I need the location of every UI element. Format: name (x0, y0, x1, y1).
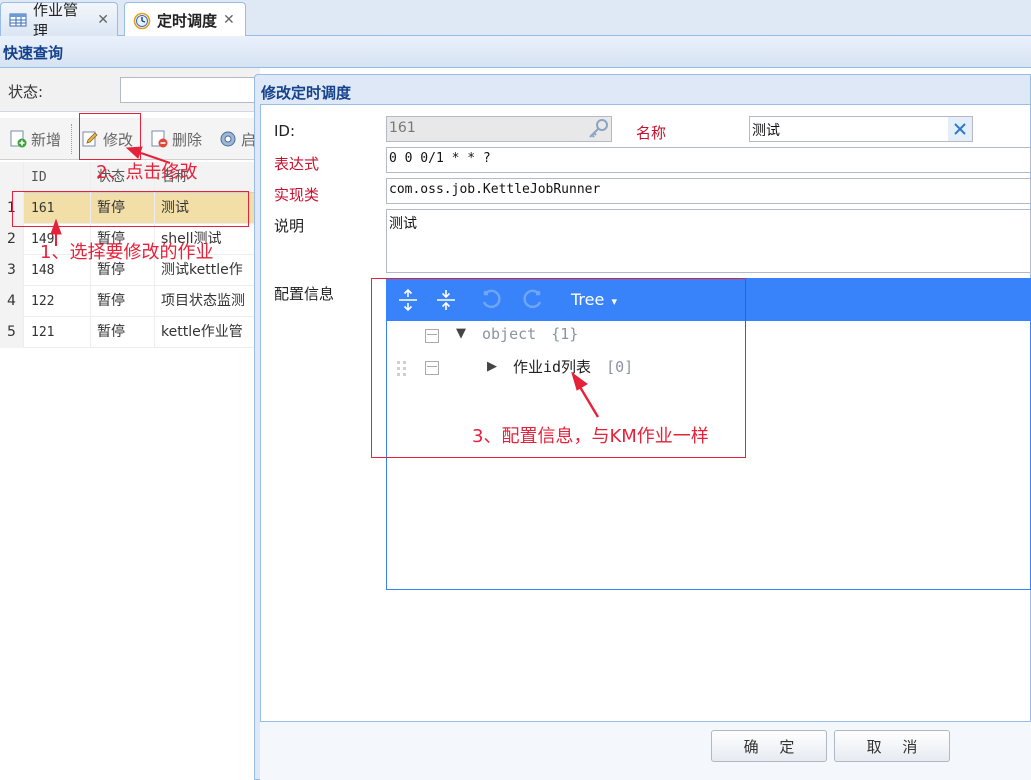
confirm-button[interactable]: 确 定 (711, 730, 827, 762)
table-row[interactable]: 4 122 暂停 项目状态监测 (0, 286, 260, 317)
cell-status: 暂停 (91, 286, 155, 317)
row-number: 2 (0, 224, 24, 255)
close-icon[interactable]: ✕ (223, 12, 235, 28)
delete-button-label: 删除 (172, 130, 203, 149)
impl-class-value: com.oss.job.KettleJobRunner (389, 182, 601, 197)
annotation-box-select-row (12, 191, 249, 227)
start-button[interactable]: 启 (219, 126, 256, 152)
row-number: 4 (0, 286, 24, 317)
cancel-button-label: 取 消 (866, 737, 926, 756)
add-document-icon (9, 130, 27, 148)
annotation-step2: 2、点击修改 (96, 162, 198, 183)
id-field: 161 (386, 116, 612, 142)
status-filter-select[interactable] (120, 77, 260, 103)
expression-label: 表达式 (274, 155, 320, 173)
row-number: 3 (0, 255, 24, 286)
clear-icon[interactable] (948, 117, 972, 141)
expression-value: 0 0 0/1 * * ? (389, 151, 491, 166)
impl-class-label: 实现类 (274, 186, 320, 204)
cell-id: 121 (25, 317, 91, 348)
config-label: 配置信息 (274, 285, 335, 303)
annotation-box-edit-button (79, 113, 141, 160)
tab-label: 作业管理 (33, 0, 79, 40)
quick-query-header: 快速查询 (0, 36, 1031, 68)
row-number: 5 (0, 317, 24, 348)
cell-name: 项目状态监测 (155, 286, 260, 317)
toolbar-separator (71, 124, 72, 154)
annotation-step1: 1、选择要修改的作业 (40, 242, 214, 263)
add-button[interactable]: 新增 (9, 126, 61, 152)
name-value: 测试 (752, 123, 780, 139)
status-filter-label: 状态: (8, 83, 44, 101)
clock-icon (133, 12, 151, 30)
description-label: 说明 (274, 217, 305, 235)
id-value: 161 (389, 120, 416, 136)
annotation-step3: 3、配置信息，与KM作业一样 (472, 426, 709, 447)
cell-name: kettle作业管 (155, 317, 260, 348)
dialog-title: 修改定时调度 (261, 84, 352, 102)
grid-empty-area (0, 348, 254, 780)
column-header-id[interactable]: ID (25, 162, 91, 193)
key-icon[interactable] (586, 117, 610, 141)
expression-field[interactable]: 0 0 0/1 * * ? (386, 147, 1031, 173)
close-icon[interactable]: ✕ (97, 12, 109, 28)
description-field[interactable]: 测试 (386, 209, 1031, 273)
name-label: 名称 (636, 124, 667, 142)
table-row[interactable]: 5 121 暂停 kettle作业管 (0, 317, 260, 348)
delete-button[interactable]: 删除 (150, 126, 202, 152)
description-value: 测试 (389, 216, 417, 232)
cancel-button[interactable]: 取 消 (834, 730, 950, 762)
cell-status: 暂停 (91, 317, 155, 348)
id-label: ID: (274, 122, 296, 140)
cell-id: 122 (25, 286, 91, 317)
grid-table-icon (9, 12, 27, 28)
row-number-header (0, 162, 24, 193)
impl-class-field[interactable]: com.oss.job.KettleJobRunner (386, 178, 1031, 204)
delete-document-icon (150, 130, 168, 148)
add-button-label: 新增 (31, 130, 62, 149)
gear-icon (219, 130, 237, 148)
quick-query-title: 快速查询 (3, 44, 64, 62)
tab-label: 定时调度 (157, 11, 218, 30)
name-field[interactable]: 测试 (749, 116, 973, 142)
tab-job-management[interactable]: 作业管理 ✕ (0, 1, 118, 40)
confirm-button-label: 确 定 (743, 737, 803, 756)
tab-scheduled-tasks[interactable]: 定时调度 ✕ (124, 2, 246, 37)
